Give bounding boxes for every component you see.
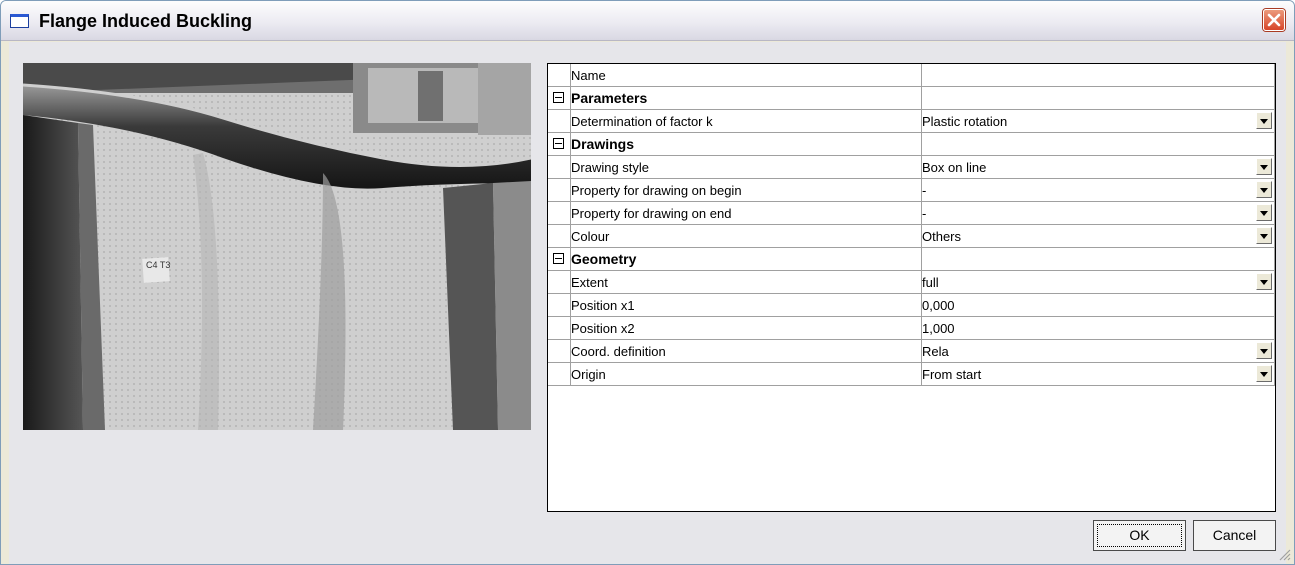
property-value-text: From start xyxy=(922,366,982,382)
property-category-row[interactable]: Geometry xyxy=(548,247,1275,271)
title-bar[interactable]: Flange Induced Buckling xyxy=(1,1,1294,41)
property-row[interactable]: Coord. definition Rela xyxy=(548,339,1275,363)
property-row[interactable]: Extent full xyxy=(548,270,1275,294)
property-row[interactable]: Position x2 1,000 xyxy=(548,316,1275,340)
window-title: Flange Induced Buckling xyxy=(39,11,253,31)
property-value[interactable]: 0,000 xyxy=(921,293,1275,317)
property-value[interactable]: Plastic rotation xyxy=(921,109,1275,133)
property-name: Colour xyxy=(570,224,922,248)
property-value-text: - xyxy=(922,182,927,198)
property-value[interactable]: - xyxy=(921,178,1275,202)
dropdown-arrow-icon[interactable] xyxy=(1256,365,1272,382)
property-row[interactable]: Determination of factor k Plastic rotatio… xyxy=(548,109,1275,133)
dropdown-arrow-icon[interactable] xyxy=(1256,112,1272,129)
collapse-icon[interactable] xyxy=(553,92,564,103)
property-value[interactable] xyxy=(921,64,1275,87)
collapse-icon[interactable] xyxy=(553,253,564,264)
category-label: Drawings xyxy=(570,132,922,156)
property-value-text: Others xyxy=(922,228,962,244)
dropdown-arrow-icon[interactable] xyxy=(1256,342,1272,359)
property-value[interactable]: Others xyxy=(921,224,1275,248)
row-gutter xyxy=(548,86,571,110)
property-name: Drawing style xyxy=(570,155,922,179)
property-row[interactable]: Drawing style Box on line xyxy=(548,155,1275,179)
property-value-text: - xyxy=(922,205,927,221)
dropdown-arrow-icon[interactable] xyxy=(1256,273,1272,290)
window-icon xyxy=(10,14,29,28)
property-value[interactable]: - xyxy=(921,201,1275,225)
property-value-text: full xyxy=(922,274,939,290)
dialog-window: Flange Induced Buckling C4 T3 Name Param… xyxy=(0,0,1295,565)
dropdown-arrow-icon[interactable] xyxy=(1256,158,1272,175)
row-gutter xyxy=(548,224,571,248)
buckling-photo: C4 T3 xyxy=(23,63,531,430)
property-row[interactable]: Origin From start xyxy=(548,362,1275,386)
property-value[interactable]: full xyxy=(921,270,1275,294)
row-gutter xyxy=(548,64,571,87)
close-icon xyxy=(1267,13,1281,27)
property-value-text: Plastic rotation xyxy=(922,113,1008,129)
row-gutter xyxy=(548,362,571,386)
row-gutter xyxy=(548,270,571,294)
category-label: Geometry xyxy=(570,247,922,271)
property-name: Extent xyxy=(570,270,922,294)
category-value-cell xyxy=(921,86,1275,110)
photo-label: C4 T3 xyxy=(146,260,170,270)
category-value-cell xyxy=(921,247,1275,271)
property-grid[interactable]: Name Parameters Determination of factor kP… xyxy=(547,63,1276,512)
property-category-row[interactable]: Parameters xyxy=(548,86,1275,110)
property-name: Property for drawing on begin xyxy=(570,178,922,202)
property-name: Name xyxy=(570,64,922,87)
row-gutter xyxy=(548,178,571,202)
property-name: Position x1 xyxy=(570,293,922,317)
collapse-icon[interactable] xyxy=(553,138,564,149)
property-table: Name Parameters Determination of factor kP… xyxy=(548,64,1275,386)
dropdown-arrow-icon[interactable] xyxy=(1256,204,1272,221)
property-row[interactable]: Property for drawing on begin - xyxy=(548,178,1275,202)
property-value[interactable]: From start xyxy=(921,362,1275,386)
property-name: Property for drawing on end xyxy=(570,201,922,225)
cancel-button[interactable]: Cancel xyxy=(1193,520,1276,551)
category-label: Parameters xyxy=(570,86,922,110)
property-value[interactable]: Rela xyxy=(921,339,1275,363)
dropdown-arrow-icon[interactable] xyxy=(1256,181,1272,198)
property-value-text: 1,000 xyxy=(922,320,955,336)
property-name: Determination of factor k xyxy=(570,109,922,133)
row-gutter xyxy=(548,132,571,156)
row-gutter xyxy=(548,201,571,225)
row-gutter xyxy=(548,339,571,363)
property-value[interactable]: Box on line xyxy=(921,155,1275,179)
row-gutter xyxy=(548,293,571,317)
resize-grip-icon[interactable] xyxy=(1277,547,1291,561)
property-value-text: 0,000 xyxy=(922,297,955,313)
property-name: Origin xyxy=(570,362,922,386)
dropdown-arrow-icon[interactable] xyxy=(1256,227,1272,244)
close-button[interactable] xyxy=(1263,9,1285,31)
row-gutter xyxy=(548,316,571,340)
row-gutter xyxy=(548,109,571,133)
property-value-text: Rela xyxy=(922,343,949,359)
category-value-cell xyxy=(921,132,1275,156)
property-category-row[interactable]: Drawings xyxy=(548,132,1275,156)
row-gutter xyxy=(548,155,571,179)
property-name: Position x2 xyxy=(570,316,922,340)
row-gutter xyxy=(548,247,571,271)
property-row[interactable]: Property for drawing on end - xyxy=(548,201,1275,225)
property-value[interactable]: 1,000 xyxy=(921,316,1275,340)
property-row[interactable]: Name xyxy=(548,64,1275,87)
ok-button[interactable]: OK xyxy=(1093,520,1186,551)
property-row[interactable]: Position x1 0,000 xyxy=(548,293,1275,317)
property-name: Coord. definition xyxy=(570,339,922,363)
property-value-text: Box on line xyxy=(922,159,987,175)
property-row[interactable]: Colour Others xyxy=(548,224,1275,248)
